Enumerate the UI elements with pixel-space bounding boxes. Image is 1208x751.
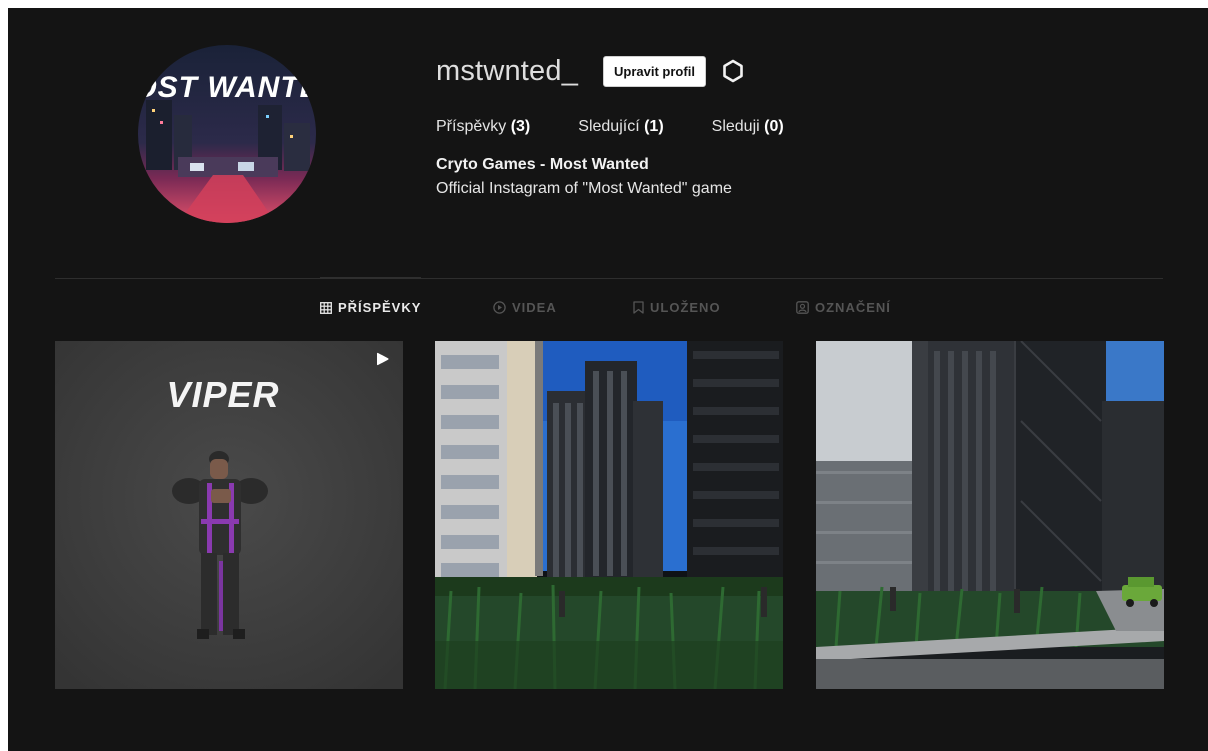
post-tile-city-1[interactable]: [435, 341, 783, 689]
tagged-user-icon: [796, 301, 809, 314]
post-tile-city-2[interactable]: [816, 341, 1164, 689]
grid-icon: [320, 301, 332, 314]
avatar-logo-text: OST WANTE: [138, 71, 316, 104]
active-tab-indicator: [320, 277, 421, 279]
tab-videos[interactable]: VIDEA: [493, 300, 557, 315]
tab-saved[interactable]: ULOŽENO: [633, 300, 721, 315]
post-title: VIPER: [166, 374, 279, 415]
stat-following[interactable]: Sleduji (0): [712, 118, 784, 136]
tab-posts[interactable]: PŘÍSPĚVKY: [320, 300, 421, 315]
profile-tabs: PŘÍSPĚVKY VIDEA ULOŽENO OZNAČENÍ: [8, 300, 1208, 322]
city-street-image: [816, 341, 1164, 689]
viper-character-image: VIPER: [55, 341, 403, 689]
profile-avatar[interactable]: OST WANTE: [138, 45, 316, 223]
username: mstwnted_: [436, 54, 579, 87]
header-divider: [55, 278, 1163, 279]
profile-page: OST WANTE mstwnted_ Upravit profil Přísp…: [8, 8, 1208, 751]
tab-tagged[interactable]: OZNAČENÍ: [796, 300, 891, 315]
stat-posts[interactable]: Příspěvky (3): [436, 118, 530, 136]
city-buildings-image: [435, 341, 783, 689]
profile-info: mstwnted_ Upravit profil Příspěvky (3) S…: [436, 52, 832, 198]
bookmark-icon: [633, 301, 644, 314]
bio-text: Official Instagram of "Most Wanted" game: [436, 180, 732, 197]
edit-profile-button[interactable]: Upravit profil: [603, 55, 706, 87]
post-tile-viper[interactable]: VIPER: [55, 341, 403, 689]
settings-gear-icon[interactable]: [720, 58, 746, 84]
stat-followers[interactable]: Sledující (1): [578, 118, 663, 136]
profile-stats: Příspěvky (3) Sledující (1) Sleduji (0): [436, 118, 832, 136]
play-icon: [375, 351, 391, 367]
play-circle-icon: [493, 301, 506, 314]
bio-name: Cryto Games - Most Wanted: [436, 156, 649, 173]
